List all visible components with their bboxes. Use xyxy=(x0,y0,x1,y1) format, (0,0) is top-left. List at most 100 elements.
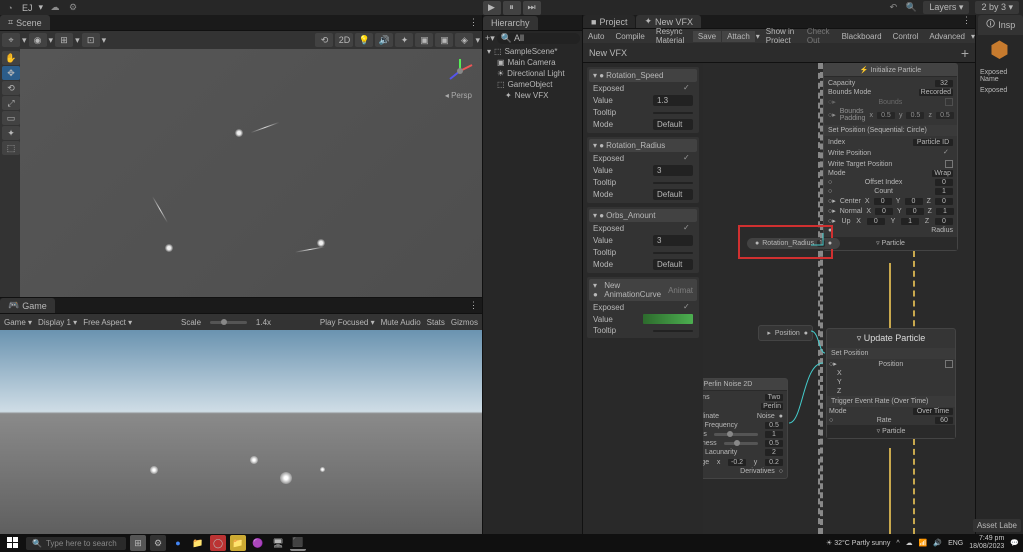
scene-tab[interactable]: ⌗ Scene xyxy=(0,15,50,30)
menu-auto[interactable]: Auto xyxy=(583,31,609,42)
grid-icon[interactable]: ⊞ xyxy=(55,33,73,47)
scene-viewport[interactable]: ◂ Persp xyxy=(20,49,482,297)
tooltip-field[interactable] xyxy=(653,182,693,184)
mode-2d-toggle[interactable]: 2D xyxy=(335,33,353,47)
stats-toggle[interactable]: Stats xyxy=(427,318,445,327)
tray-chevron-icon[interactable]: ^ xyxy=(896,540,899,547)
set-position-block[interactable]: Set Position xyxy=(827,348,955,359)
set-position-block[interactable]: Set Position (Sequential: Circle) xyxy=(824,125,957,136)
frequency-field[interactable]: 0.5 xyxy=(765,422,783,429)
settings-icon[interactable]: ⚙ xyxy=(67,2,79,14)
hierarchy-search[interactable]: 🔍 All xyxy=(497,33,580,44)
menu-control[interactable]: Control xyxy=(888,31,924,42)
node-rotation-radius-property[interactable]: ● Rotation_Radius 1 ● xyxy=(747,238,840,249)
checkbox-icon[interactable]: ✓ xyxy=(683,302,693,312)
refresh-icon[interactable]: ⟲ xyxy=(315,33,333,47)
lighting-icon[interactable]: 💡 xyxy=(355,33,373,47)
menu-compile[interactable]: Compile xyxy=(610,31,649,42)
menu-checkout[interactable]: Check Out xyxy=(802,26,835,46)
add-icon[interactable]: +▾ xyxy=(485,33,495,44)
layers-dropdown[interactable]: Layers ▾ xyxy=(923,1,969,14)
view-tool-icon[interactable]: ⌖ xyxy=(2,33,20,47)
game-mode-dropdown[interactable]: Game ▾ xyxy=(4,318,32,327)
layout-dropdown[interactable]: 2 by 3 ▾ xyxy=(975,1,1019,14)
checkbox-icon[interactable]: ✓ xyxy=(683,223,693,233)
lacunarity-field[interactable]: 2 xyxy=(765,449,783,456)
checkbox-icon[interactable] xyxy=(945,160,953,168)
shading-mode-icon[interactable]: ◉ xyxy=(29,33,47,47)
scale-tool[interactable]: ⤢ xyxy=(2,96,20,110)
pinned-app[interactable]: 📁 xyxy=(230,535,246,551)
volume-icon[interactable]: 🔊 xyxy=(933,539,942,547)
trigger-mode-dropdown[interactable]: Over Time xyxy=(913,408,953,415)
play-button[interactable]: ▶ xyxy=(483,1,501,15)
value-field[interactable]: 3 xyxy=(653,235,693,246)
menu-attach[interactable]: Attach xyxy=(722,31,755,42)
property-rotation-speed[interactable]: ▾ ● Rotation_Speed Exposed✓ Value1.3 Too… xyxy=(587,67,699,133)
rate-field[interactable]: 60 xyxy=(935,417,953,424)
mode-dropdown[interactable]: Default xyxy=(653,119,693,130)
play-focused-dropdown[interactable]: Play Focused ▾ xyxy=(320,318,375,327)
clock[interactable]: 7:49 pm18/08/2023 xyxy=(969,535,1004,550)
mode-dropdown[interactable]: Default xyxy=(653,259,693,270)
hierarchy-item[interactable]: ⬚GameObject xyxy=(483,79,582,90)
hierarchy-item[interactable]: ✦New VFX xyxy=(483,90,582,101)
index-dropdown[interactable]: Particle ID xyxy=(913,139,953,146)
menu-blackboard[interactable]: Blackboard xyxy=(837,31,887,42)
inspector-tab[interactable]: 🛈 Insp xyxy=(978,15,1023,35)
octaves-slider[interactable] xyxy=(714,433,758,436)
project-tab[interactable]: ■ Project xyxy=(583,15,635,28)
menu-save[interactable]: Save xyxy=(693,31,721,42)
move-tool[interactable]: ✥ xyxy=(2,66,20,80)
scene-root[interactable]: ▾ ⬚ SampleScene* xyxy=(483,46,582,57)
explorer-icon[interactable]: 📁 xyxy=(190,535,206,551)
pinned-app[interactable]: 🟣 xyxy=(250,535,266,551)
rotate-tool[interactable]: ⟲ xyxy=(2,81,20,95)
mode-dropdown[interactable]: Default xyxy=(653,189,693,200)
scale-slider[interactable] xyxy=(210,321,247,324)
dimensions-dropdown[interactable]: Two xyxy=(765,394,783,401)
custom-tool-icon[interactable]: ⬚ xyxy=(2,141,20,155)
step-button[interactable]: ⏭ xyxy=(523,1,541,15)
fx-icon[interactable]: ✦ xyxy=(395,33,413,47)
hierarchy-item[interactable]: ▣Main Camera xyxy=(483,57,582,68)
node-position-attribute[interactable]: ▸Position ● xyxy=(758,325,813,341)
task-view-icon[interactable]: ⊞ xyxy=(130,535,146,551)
language-indicator[interactable]: ENG xyxy=(948,540,963,547)
checkbox-icon[interactable]: ✓ xyxy=(943,148,953,158)
type-dropdown[interactable]: Perlin xyxy=(761,403,783,410)
transform-tool[interactable]: ✦ xyxy=(2,126,20,140)
tab-menu-icon[interactable]: ⋮ xyxy=(469,300,482,311)
roughness-slider[interactable] xyxy=(724,442,758,445)
value-field[interactable]: 1.3 xyxy=(653,95,693,106)
property-animation-curve[interactable]: ▾ ● New AnimationCurve Animat Exposed✓ V… xyxy=(587,277,699,338)
bounds-mode-dropdown[interactable]: Recorded xyxy=(919,89,953,96)
node-perlin-noise-2d[interactable]: Perlin Noise 2D DimensionsTwo TypePerlin… xyxy=(703,378,788,479)
start-button[interactable] xyxy=(4,534,22,552)
mute-audio-toggle[interactable]: Mute Audio xyxy=(381,318,421,327)
network-icon[interactable]: 📶 xyxy=(919,539,928,547)
weather-widget[interactable]: ☀ 32°C Partly sunny xyxy=(826,539,890,547)
vfx-graph-canvas[interactable]: ⚡ Initialize Particle Capacity32 Bounds … xyxy=(703,63,975,534)
tooltip-field[interactable] xyxy=(653,330,693,332)
rect-tool[interactable]: ▭ xyxy=(2,111,20,125)
undo-icon[interactable]: ↶ xyxy=(887,2,899,14)
search-icon[interactable]: 🔍 xyxy=(905,2,917,14)
property-orbs-amount[interactable]: ▾ ● Orbs_Amount Exposed✓ Value3 Tooltip … xyxy=(587,207,699,273)
pinned-app[interactable]: ⚙ xyxy=(150,535,166,551)
tab-menu-icon[interactable]: ⋮ xyxy=(962,15,975,28)
account-icon[interactable]: ◔ xyxy=(4,2,16,14)
exposed-checkbox[interactable]: Exposed xyxy=(978,85,1021,96)
capacity-field[interactable]: 32 xyxy=(935,80,953,87)
add-property-button[interactable]: + xyxy=(961,45,969,61)
snap-toggle[interactable]: ⊡ xyxy=(82,33,100,47)
notification-icon[interactable]: 💬 xyxy=(1010,539,1019,547)
aspect-dropdown[interactable]: Free Aspect ▾ xyxy=(83,318,132,327)
hand-tool[interactable]: ✋ xyxy=(2,51,20,65)
taskbar-search[interactable]: 🔍Type here to search xyxy=(26,537,126,550)
tooltip-field[interactable] xyxy=(653,112,693,114)
pinned-app[interactable]: ◯ xyxy=(210,535,226,551)
onedrive-icon[interactable]: ☁ xyxy=(906,539,913,547)
perspective-label[interactable]: ◂ Persp xyxy=(445,91,472,100)
exposed-name-field[interactable]: Exposed Name xyxy=(978,67,1021,85)
